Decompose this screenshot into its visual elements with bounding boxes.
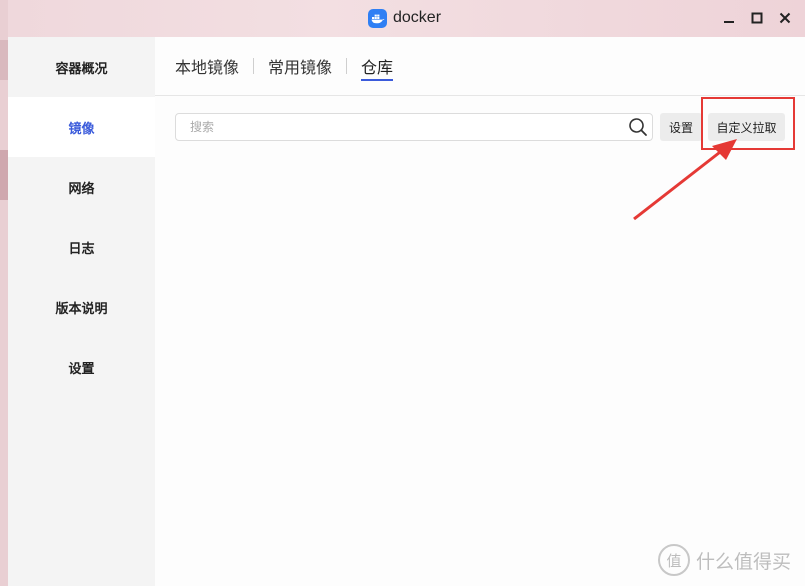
sidebar-item-network[interactable]: 网络 bbox=[8, 157, 155, 217]
title-bar[interactable]: docker bbox=[8, 0, 805, 37]
minimize-icon[interactable] bbox=[721, 10, 737, 26]
tab-divider bbox=[253, 58, 255, 74]
tab-divider bbox=[346, 58, 348, 74]
docker-window: docker 容器概况 镜像 网络 日志 版本说明 设置 本地镜像 常用镜像 仓… bbox=[8, 0, 805, 586]
sidebar-item-label: 版本说明 bbox=[55, 301, 108, 317]
sidebar-item-label: 镜像 bbox=[68, 121, 95, 137]
app-name: docker bbox=[393, 9, 442, 26]
sidebar-item-release-notes[interactable]: 版本说明 bbox=[8, 277, 155, 337]
search-input[interactable] bbox=[176, 114, 622, 140]
sidebar-item-logs[interactable]: 日志 bbox=[8, 217, 155, 277]
search-icon[interactable] bbox=[628, 117, 648, 137]
watermark-logo-icon: 值 bbox=[657, 544, 690, 576]
settings-button[interactable]: 设置 bbox=[660, 113, 702, 141]
sidebar-item-label: 网络 bbox=[68, 181, 95, 197]
sidebar-item-label: 日志 bbox=[68, 241, 95, 257]
desktop-background bbox=[0, 150, 8, 200]
sidebar-item-images[interactable]: 镜像 bbox=[8, 97, 155, 157]
docker-icon bbox=[368, 8, 387, 28]
sidebar-item-settings[interactable]: 设置 bbox=[8, 337, 155, 397]
sidebar-item-label: 设置 bbox=[68, 361, 95, 377]
tab-label: 仓库 bbox=[361, 58, 394, 77]
settings-button-label: 设置 bbox=[668, 120, 693, 135]
tab-label: 常用镜像 bbox=[268, 58, 333, 77]
tab-common-images[interactable]: 常用镜像 bbox=[268, 37, 332, 95]
app-title: docker bbox=[368, 6, 441, 30]
tab-local-images[interactable]: 本地镜像 bbox=[175, 37, 239, 95]
search-box bbox=[175, 113, 653, 141]
watermark: 值 什么值得买 bbox=[657, 544, 791, 576]
tab-registry[interactable]: 仓库 bbox=[361, 37, 394, 95]
annotation-highlight-box bbox=[701, 97, 795, 150]
window-controls bbox=[721, 10, 793, 26]
tab-bar: 本地镜像 常用镜像 仓库 bbox=[155, 37, 805, 96]
sidebar: 容器概况 镜像 网络 日志 版本说明 设置 bbox=[8, 37, 155, 586]
close-icon[interactable] bbox=[777, 10, 793, 26]
sidebar-item-label: 容器概况 bbox=[55, 61, 108, 77]
sidebar-item-overview[interactable]: 容器概况 bbox=[8, 37, 155, 97]
desktop-background bbox=[0, 40, 8, 80]
maximize-icon[interactable] bbox=[749, 10, 765, 26]
watermark-text: 什么值得买 bbox=[695, 550, 791, 573]
tab-label: 本地镜像 bbox=[175, 58, 240, 77]
